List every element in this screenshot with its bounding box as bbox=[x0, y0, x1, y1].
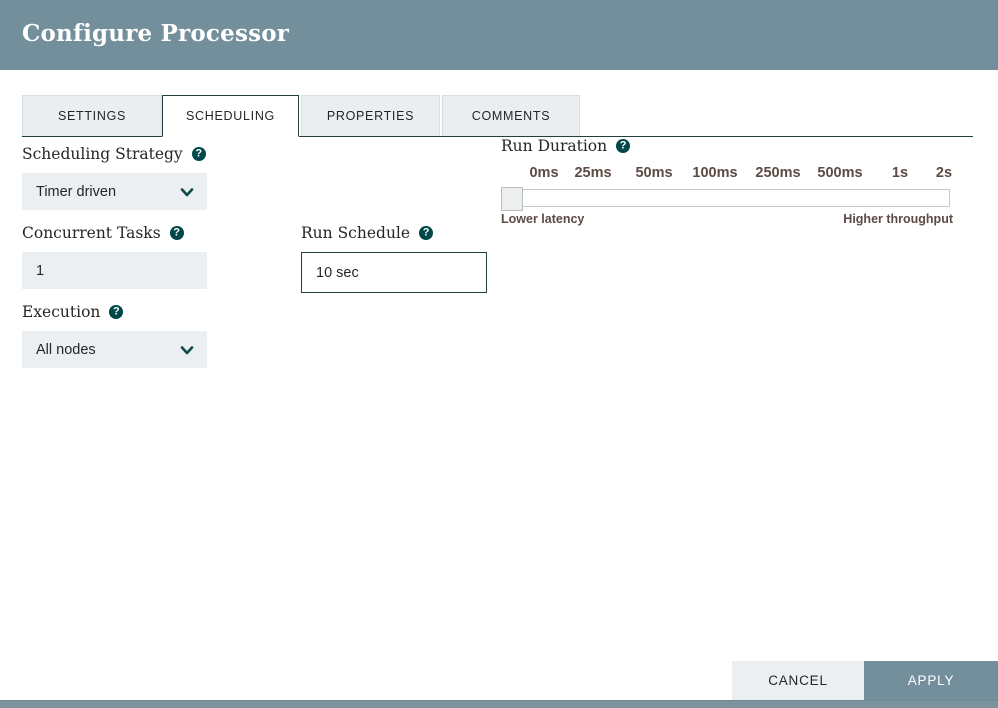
page-title: Configure Processor bbox=[22, 20, 290, 47]
scheduling-strategy-select[interactable]: Timer driven bbox=[22, 173, 207, 210]
lower-latency-label: Lower latency bbox=[501, 212, 585, 226]
scheduling-strategy-value: Timer driven bbox=[36, 183, 117, 200]
run-schedule-label: Run Schedule ? bbox=[301, 223, 487, 243]
field-run-duration: Run Duration ? 0ms 25ms 50ms 100ms 250ms… bbox=[501, 136, 961, 228]
tab-settings-label: SETTINGS bbox=[57, 109, 127, 123]
run-schedule-value: 10 sec bbox=[316, 264, 359, 281]
tick-label: 0ms bbox=[529, 165, 559, 181]
tab-comments-label: COMMENTS bbox=[471, 109, 551, 123]
chevron-down-icon bbox=[180, 345, 194, 354]
concurrent-tasks-input[interactable]: 1 bbox=[22, 252, 207, 289]
tick-label: 250ms bbox=[755, 165, 801, 181]
tick-label: 500ms bbox=[817, 165, 863, 181]
cancel-button[interactable]: CANCEL bbox=[732, 661, 864, 700]
execution-value: All nodes bbox=[36, 341, 96, 358]
tab-comments[interactable]: COMMENTS bbox=[442, 95, 580, 137]
tab-properties-label: PROPERTIES bbox=[326, 109, 415, 123]
tick-label: 50ms bbox=[635, 165, 673, 181]
field-run-schedule: Run Schedule ? 10 sec bbox=[301, 223, 487, 293]
scheduling-strategy-label: Scheduling Strategy ? bbox=[22, 144, 207, 164]
tab-bar: SETTINGS SCHEDULING PROPERTIES COMMENTS bbox=[0, 70, 998, 137]
concurrent-tasks-label: Concurrent Tasks ? bbox=[22, 223, 207, 243]
help-icon[interactable]: ? bbox=[191, 147, 206, 161]
tab-scheduling-label: SCHEDULING bbox=[186, 109, 275, 123]
run-duration-endpoints: Lower latency Higher throughput bbox=[501, 212, 953, 228]
tick-label: 2s bbox=[935, 165, 953, 181]
tick-label: 100ms bbox=[692, 165, 738, 181]
field-execution: Execution ? All nodes bbox=[22, 302, 207, 368]
tick-label: 25ms bbox=[574, 165, 612, 181]
cancel-button-label: CANCEL bbox=[768, 673, 828, 688]
help-icon[interactable]: ? bbox=[169, 226, 184, 240]
run-schedule-input[interactable]: 10 sec bbox=[301, 252, 487, 293]
concurrent-tasks-value: 1 bbox=[36, 262, 45, 279]
dialog-header: Configure Processor bbox=[0, 0, 998, 70]
help-icon[interactable]: ? bbox=[616, 139, 631, 153]
tab-scheduling[interactable]: SCHEDULING bbox=[162, 95, 299, 137]
tab-properties[interactable]: PROPERTIES bbox=[301, 95, 440, 137]
run-duration-slider[interactable] bbox=[501, 187, 950, 211]
chevron-down-icon bbox=[180, 187, 194, 196]
scheduling-tab-panel: Scheduling Strategy ? Timer driven Concu… bbox=[0, 136, 998, 650]
field-scheduling-strategy: Scheduling Strategy ? Timer driven bbox=[22, 144, 207, 210]
execution-select[interactable]: All nodes bbox=[22, 331, 207, 368]
help-icon[interactable]: ? bbox=[109, 305, 124, 319]
run-duration-tick-labels: 0ms 25ms 50ms 100ms 250ms 500ms 1s 2s bbox=[501, 165, 953, 183]
help-icon[interactable]: ? bbox=[419, 226, 434, 240]
apply-button[interactable]: APPLY bbox=[864, 661, 998, 700]
execution-label: Execution ? bbox=[22, 302, 207, 322]
field-concurrent-tasks: Concurrent Tasks ? 1 bbox=[22, 223, 207, 289]
higher-throughput-label: Higher throughput bbox=[843, 212, 953, 226]
run-duration-slider-handle[interactable] bbox=[501, 187, 523, 211]
tick-label: 1s bbox=[891, 165, 909, 181]
dialog-footer: CANCEL APPLY bbox=[0, 650, 998, 700]
apply-button-label: APPLY bbox=[907, 673, 955, 688]
run-duration-label: Run Duration ? bbox=[501, 136, 961, 156]
tab-settings[interactable]: SETTINGS bbox=[22, 95, 162, 137]
